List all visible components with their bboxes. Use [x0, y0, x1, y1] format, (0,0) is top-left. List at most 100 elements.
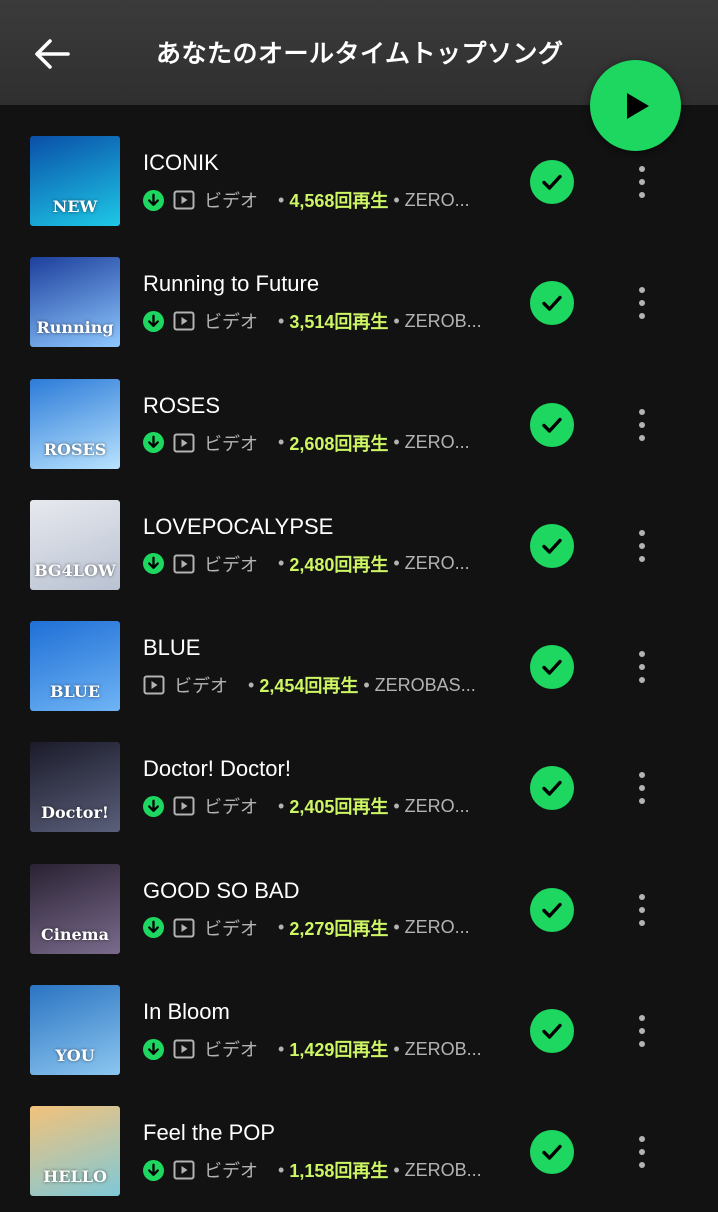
more-options-button[interactable] — [626, 1011, 658, 1051]
artist-name[interactable]: ZERO... — [405, 917, 470, 938]
video-icon — [173, 1039, 195, 1059]
download-icon — [143, 1038, 164, 1060]
separator-dot: • — [278, 1159, 285, 1180]
track-row[interactable]: Doctor! Doctor! Doctor! ビデオ • 2,405回再生 •… — [0, 726, 718, 847]
track-title[interactable]: GOOD SO BAD — [143, 878, 299, 904]
track-meta: ビデオ • 2,279回再生 • ZERO... — [143, 916, 488, 940]
track-title[interactable]: LOVEPOCALYPSE — [143, 514, 333, 540]
page-title: あなたのオールタイムトップソング — [156, 40, 564, 68]
cover-art-label: HELLO — [43, 1167, 107, 1187]
track-meta: ビデオ • 2,405回再生 • ZERO... — [143, 794, 488, 818]
added-to-library-button[interactable] — [530, 523, 574, 568]
track-meta: ビデオ • 3,514回再生 • ZEROB... — [143, 309, 488, 333]
separator-dot: • — [393, 310, 400, 331]
added-to-library-button[interactable] — [530, 887, 574, 932]
play-button[interactable] — [590, 60, 681, 151]
track-meta: ビデオ • 1,429回再生 • ZEROB... — [143, 1037, 488, 1061]
separator-dot: • — [393, 795, 400, 816]
download-icon — [143, 310, 164, 332]
artist-name[interactable]: ZEROB... — [405, 1160, 482, 1181]
artist-name[interactable]: ZEROB... — [405, 311, 482, 332]
back-button[interactable] — [28, 30, 76, 78]
track-meta: ビデオ • 4,568回再生 • ZERO... — [143, 188, 488, 212]
video-label: ビデオ — [204, 1040, 258, 1061]
cover-art-label: BG4LOW — [34, 560, 116, 580]
cover-art: BLUE — [30, 621, 120, 712]
separator-dot: • — [393, 1159, 400, 1180]
cover-art: Doctor! — [30, 742, 120, 833]
artist-name[interactable]: ZEROBAS... — [375, 675, 476, 696]
track-row[interactable]: Cinema GOOD SO BAD ビデオ • 2,279回再生 • ZERO… — [0, 848, 718, 969]
track-list: NEW ICONIK ビデオ • 4,568回再生 • ZERO... Runn… — [0, 120, 718, 1212]
track-meta: ビデオ • 2,480回再生 • ZERO... — [143, 552, 488, 576]
video-icon — [173, 190, 195, 210]
more-options-button[interactable] — [626, 283, 658, 323]
download-icon — [143, 795, 164, 817]
video-label: ビデオ — [174, 676, 228, 697]
cover-art-label: Doctor! — [41, 803, 109, 823]
track-title[interactable]: Running to Future — [143, 271, 319, 297]
artist-name[interactable]: ZEROB... — [405, 1039, 482, 1060]
cover-art-label: YOU — [55, 1046, 95, 1066]
artist-name[interactable]: ZERO... — [405, 796, 470, 817]
added-to-library-button[interactable] — [530, 766, 574, 811]
track-row[interactable]: HELLO Feel the POP ビデオ • 1,158回再生 • ZERO… — [0, 1090, 718, 1211]
artist-name[interactable]: ZERO... — [405, 553, 470, 574]
added-to-library-button[interactable] — [530, 160, 574, 204]
download-icon — [143, 1159, 164, 1181]
video-icon — [173, 918, 195, 938]
more-vertical-icon — [639, 1136, 645, 1169]
track-row[interactable]: ROSES ROSES ビデオ • 2,608回再生 • ZERO... — [0, 363, 718, 484]
more-vertical-icon — [639, 1015, 645, 1048]
video-icon — [173, 554, 195, 574]
added-to-library-button[interactable] — [530, 1009, 574, 1054]
separator-dot: • — [248, 674, 255, 695]
track-title[interactable]: In Bloom — [143, 999, 230, 1025]
video-label: ビデオ — [204, 191, 258, 211]
video-icon — [173, 433, 195, 453]
separator-dot: • — [393, 1038, 400, 1059]
check-icon — [542, 174, 562, 190]
arrow-left-icon — [35, 39, 70, 69]
check-icon — [542, 1145, 562, 1161]
play-count: 1,158回再生 — [289, 1161, 389, 1182]
download-icon — [143, 432, 164, 454]
track-title[interactable]: ROSES — [143, 393, 220, 419]
cover-art-label: BLUE — [49, 682, 101, 702]
added-to-library-button[interactable] — [530, 402, 574, 447]
more-options-button[interactable] — [626, 647, 658, 687]
track-title[interactable]: Feel the POP — [143, 1120, 275, 1146]
added-to-library-button[interactable] — [530, 645, 574, 690]
more-options-button[interactable] — [626, 768, 658, 808]
track-title[interactable]: ICONIK — [143, 150, 219, 176]
separator-dot: • — [278, 432, 285, 453]
track-meta: ビデオ • 2,454回再生 • ZEROBAS... — [143, 673, 488, 697]
separator-dot: • — [393, 553, 400, 574]
play-count: 2,480回再生 — [289, 554, 389, 575]
track-title[interactable]: Doctor! Doctor! — [143, 756, 291, 782]
cover-art: YOU — [30, 985, 120, 1076]
video-label: ビデオ — [204, 312, 258, 333]
artist-name[interactable]: ZERO... — [405, 190, 470, 211]
more-options-button[interactable] — [626, 526, 658, 566]
track-row[interactable]: Running Running to Future ビデオ • 3,514回再生… — [0, 241, 718, 362]
separator-dot: • — [278, 1038, 285, 1059]
play-count: 2,608回再生 — [289, 433, 389, 454]
track-title[interactable]: BLUE — [143, 635, 200, 661]
download-icon — [143, 189, 164, 211]
artist-name[interactable]: ZERO... — [405, 432, 470, 453]
separator-dot: • — [278, 189, 285, 210]
more-options-button[interactable] — [626, 405, 658, 445]
more-options-button[interactable] — [626, 162, 658, 202]
check-icon — [542, 417, 562, 433]
separator-dot: • — [278, 310, 285, 331]
track-row[interactable]: BLUE BLUE ビデオ • 2,454回再生 • ZEROBAS... — [0, 605, 718, 726]
added-to-library-button[interactable] — [530, 281, 574, 326]
more-options-button[interactable] — [626, 1132, 658, 1172]
play-icon — [626, 92, 649, 119]
track-row[interactable]: YOU In Bloom ビデオ • 1,429回再生 • ZEROB... — [0, 969, 718, 1090]
track-row[interactable]: BG4LOW LOVEPOCALYPSE ビデオ • 2,480回再生 • ZE… — [0, 484, 718, 605]
more-options-button[interactable] — [626, 890, 658, 930]
cover-art: Cinema — [30, 863, 120, 954]
added-to-library-button[interactable] — [530, 1130, 574, 1175]
